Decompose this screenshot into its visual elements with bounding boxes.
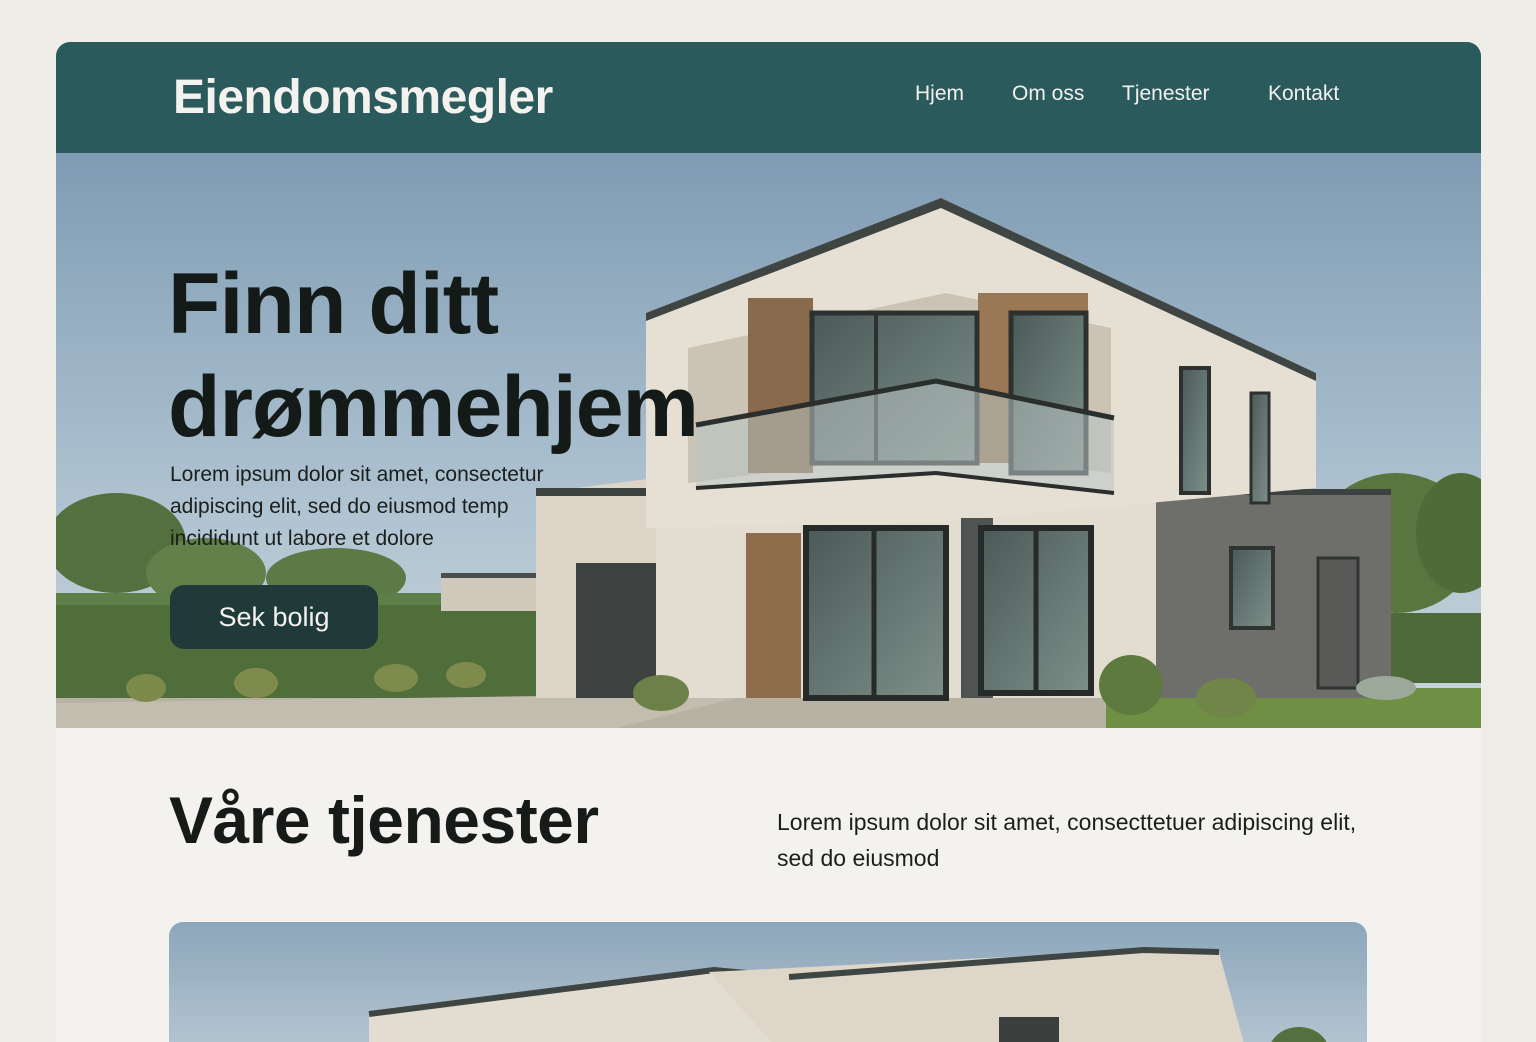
page: Eiendomsmegler Hjem Om oss Tjenester Kon… — [56, 42, 1481, 1042]
service-card-image[interactable] — [169, 922, 1367, 1042]
hero-description: Lorem ipsum dolor sit amet, consectetur … — [170, 463, 544, 550]
hero-section: Finn ditt drømmehjem Lorem ipsum dolor s… — [56, 153, 1481, 728]
site-header: Eiendomsmegler Hjem Om oss Tjenester Kon… — [56, 42, 1481, 153]
search-home-button[interactable]: Sek bolig — [170, 585, 378, 649]
nav-link-kontakt[interactable]: Kontakt — [1268, 82, 1339, 106]
hero-title-line2: drømmehjem — [168, 359, 699, 455]
nav-link-tjenester[interactable]: Tjenester — [1122, 82, 1210, 106]
services-description: Lorem ipsum dolor sit amet, consecttetue… — [777, 809, 1357, 871]
nav-link-om-oss[interactable]: Om oss — [1012, 82, 1084, 106]
services-title: Våre tjenester — [169, 783, 599, 857]
nav-link-hjem[interactable]: Hjem — [915, 82, 964, 106]
hero-title-line1: Finn ditt — [168, 256, 499, 352]
service-house-image — [169, 922, 1367, 1042]
main-nav: Hjem Om oss Tjenester Kontakt — [56, 82, 1481, 112]
hero-title: Finn ditt drømmehjem — [168, 253, 788, 459]
